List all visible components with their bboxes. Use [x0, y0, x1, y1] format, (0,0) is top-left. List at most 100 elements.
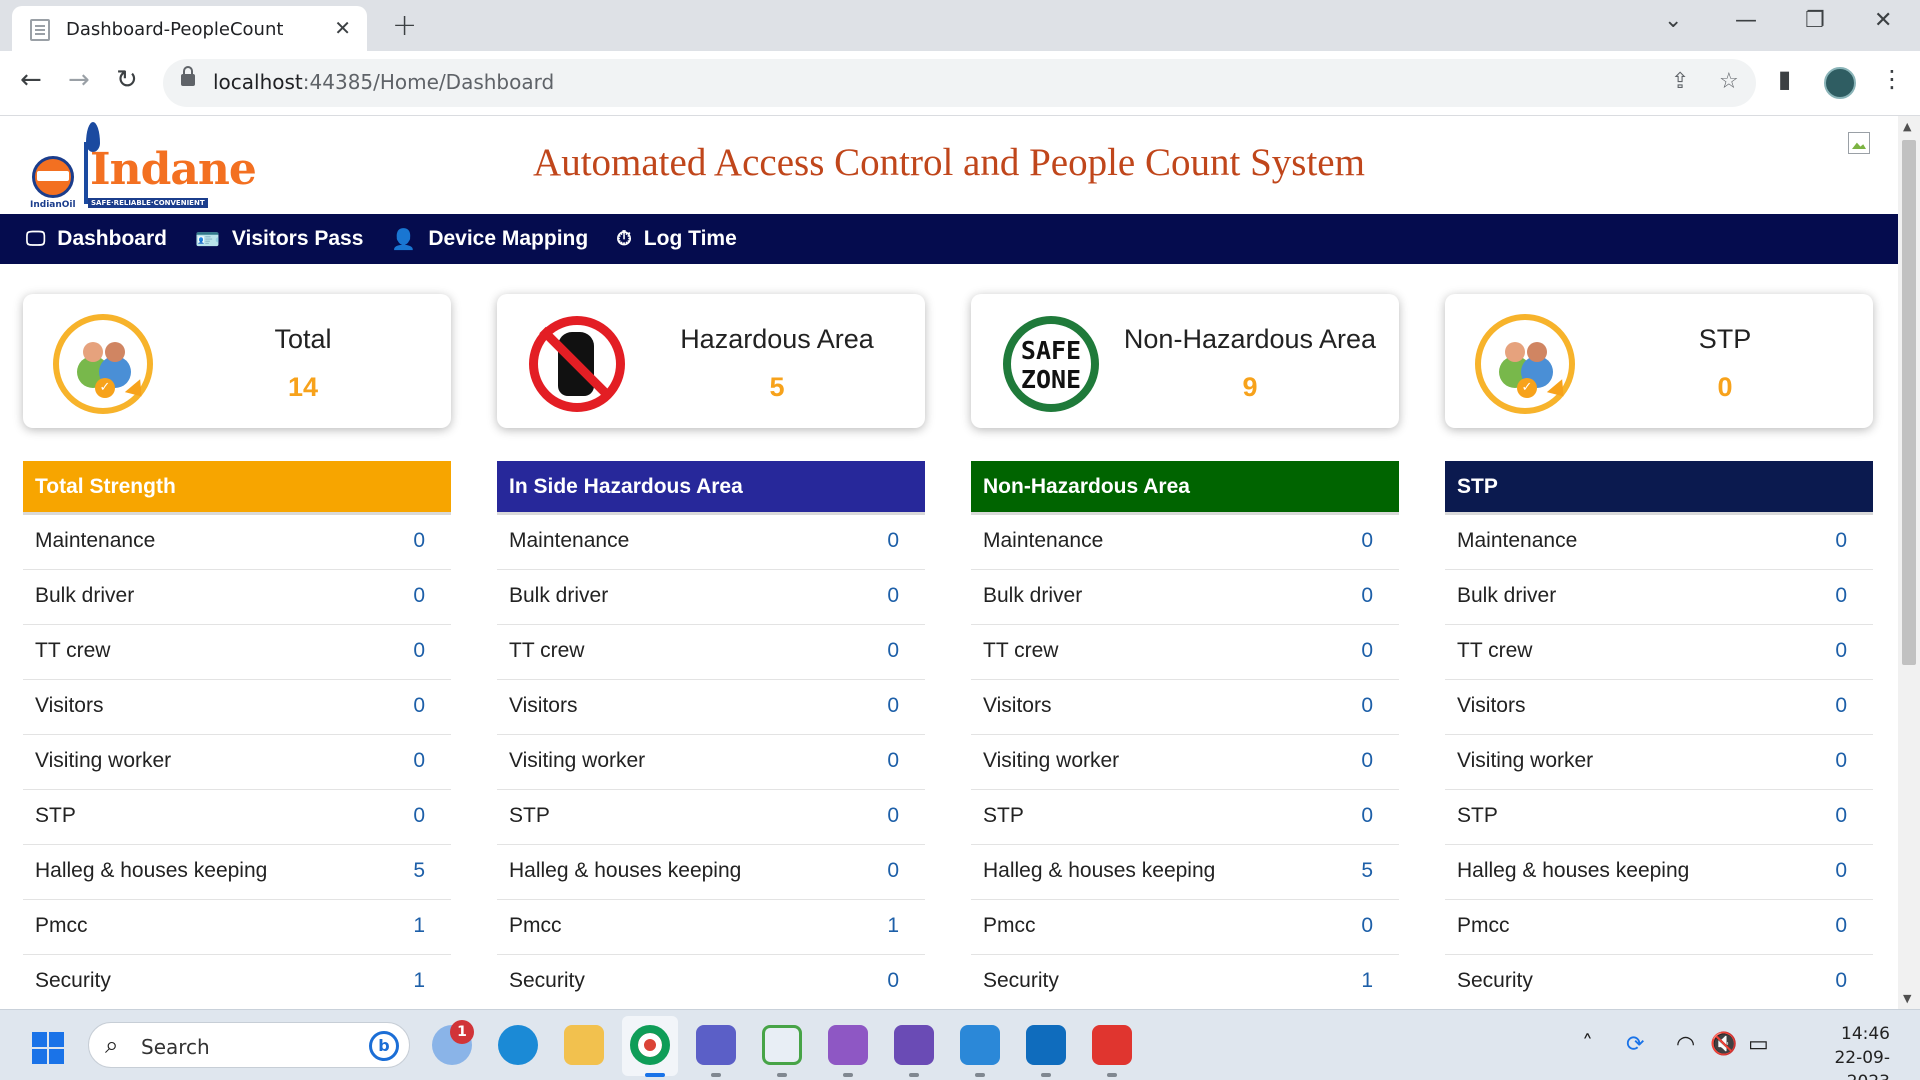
nav-visitors-pass[interactable]: 🪪 Visitors Pass — [195, 227, 363, 252]
file-explorer-icon[interactable] — [564, 1025, 604, 1065]
speaker-muted-icon[interactable]: 🔇 — [1710, 1032, 1737, 1057]
row-value[interactable]: 0 — [1835, 694, 1847, 718]
scroll-up-icon[interactable]: ▲ — [1903, 120, 1911, 133]
nav-device-mapping[interactable]: 👤 Device Mapping — [391, 227, 588, 252]
battery-icon[interactable]: ▭ — [1748, 1032, 1769, 1057]
card-label: Total — [274, 324, 332, 354]
row-value[interactable]: 0 — [413, 694, 425, 718]
row-value[interactable]: 0 — [1835, 969, 1847, 993]
reload-icon[interactable]: ↻ — [116, 65, 138, 95]
row-value[interactable]: 0 — [1361, 694, 1373, 718]
row-value[interactable]: 0 — [1361, 749, 1373, 773]
bookmark-star-icon[interactable]: ☆ — [1719, 69, 1739, 94]
restore-icon[interactable]: ❐ — [1805, 8, 1825, 33]
chrome-icon[interactable] — [630, 1025, 670, 1065]
row-value[interactable]: 1 — [413, 969, 425, 993]
close-tab-icon[interactable]: ✕ — [334, 16, 351, 40]
active-indicator — [645, 1073, 665, 1077]
row-value[interactable]: 0 — [1835, 749, 1847, 773]
new-tab-icon[interactable]: + — [392, 8, 417, 43]
row-value[interactable]: 0 — [887, 639, 899, 663]
row-value[interactable]: 0 — [1835, 804, 1847, 828]
row-value[interactable]: 0 — [1361, 584, 1373, 608]
sync-icon[interactable]: ⟳ — [1626, 1032, 1644, 1057]
menu-kebab-icon[interactable]: ⋮ — [1880, 65, 1904, 93]
tray-chevron-icon[interactable]: ˄ — [1582, 1032, 1593, 1057]
row-value[interactable]: 1 — [413, 914, 425, 938]
close-window-icon[interactable]: ✕ — [1874, 8, 1892, 33]
row-label: Bulk driver — [983, 584, 1083, 607]
nav-label: Dashboard — [57, 227, 167, 250]
row-value[interactable]: 0 — [413, 529, 425, 553]
profile-avatar[interactable] — [1824, 67, 1856, 99]
row-value[interactable]: 0 — [887, 969, 899, 993]
page-scrollbar[interactable]: ▲ ▼ — [1898, 116, 1920, 1009]
row-value[interactable]: 0 — [887, 804, 899, 828]
teams-icon[interactable] — [696, 1025, 736, 1065]
row-label: Halleg & houses keeping — [35, 859, 268, 882]
minimize-icon[interactable]: — — [1735, 8, 1757, 33]
row-value[interactable]: 0 — [413, 639, 425, 663]
row-value[interactable]: 0 — [413, 804, 425, 828]
row-value[interactable]: 0 — [887, 529, 899, 553]
row-value[interactable]: 0 — [1835, 859, 1847, 883]
lock-icon[interactable] — [181, 66, 195, 86]
row-value[interactable]: 0 — [1361, 529, 1373, 553]
table-row: Maintenance 0 — [23, 515, 451, 570]
row-value[interactable]: 1 — [887, 914, 899, 938]
row-label: STP — [983, 804, 1024, 827]
row-value[interactable]: 0 — [887, 584, 899, 608]
row-value[interactable]: 5 — [413, 859, 425, 883]
broken-image-icon — [1848, 132, 1870, 154]
panel-total-strength: Total Strength Maintenance 0 Bulk driver 0… — [23, 461, 451, 1009]
taskbar-clock[interactable]: 14:46 22-09-2023 — [1796, 1022, 1890, 1080]
windows-start-icon[interactable] — [32, 1032, 64, 1064]
side-panel-icon[interactable]: ▮ — [1778, 65, 1791, 93]
git-icon[interactable] — [1092, 1025, 1132, 1065]
address-bar[interactable]: localhost:44385/Home/Dashboard ⇪ ☆ — [163, 59, 1756, 107]
visual-studio-icon[interactable] — [828, 1025, 868, 1065]
tab-search-chevron-icon[interactable]: ⌄ — [1664, 8, 1682, 33]
row-label: Visiting worker — [509, 749, 646, 772]
row-value[interactable]: 0 — [1835, 914, 1847, 938]
row-label: Visiting worker — [35, 749, 172, 772]
row-value[interactable]: 0 — [1835, 529, 1847, 553]
taskbar-search[interactable]: ⌕ Search b — [88, 1022, 410, 1068]
browser-tab[interactable]: Dashboard-PeopleCount ✕ — [12, 6, 367, 51]
id-card-icon: 🪪 — [194, 228, 220, 251]
row-value[interactable]: 0 — [1835, 584, 1847, 608]
scroll-down-icon[interactable]: ▼ — [1903, 992, 1911, 1005]
card-total: ✓ Total 14 — [23, 294, 451, 428]
row-value[interactable]: 0 — [887, 749, 899, 773]
row-label: Bulk driver — [1457, 584, 1557, 607]
nav-log-time[interactable]: ⏱ Log Time — [616, 227, 737, 251]
row-value[interactable]: 0 — [413, 584, 425, 608]
row-value[interactable]: 0 — [1361, 804, 1373, 828]
row-value[interactable]: 5 — [1361, 859, 1373, 883]
edge-icon[interactable] — [498, 1025, 538, 1065]
notepad-icon[interactable] — [960, 1025, 1000, 1065]
row-value[interactable]: 0 — [413, 749, 425, 773]
back-icon[interactable]: ← — [20, 65, 42, 95]
row-label: Maintenance — [1457, 529, 1578, 552]
bing-icon[interactable]: b — [369, 1031, 399, 1061]
table-row: Security 1 — [23, 955, 451, 1009]
visual-studio-code-icon[interactable] — [894, 1025, 934, 1065]
outlook-icon[interactable] — [1026, 1025, 1066, 1065]
row-value[interactable]: 0 — [1835, 639, 1847, 663]
row-value[interactable]: 0 — [1361, 639, 1373, 663]
row-value[interactable]: 0 — [1361, 914, 1373, 938]
scroll-thumb[interactable] — [1902, 140, 1916, 665]
url-text[interactable]: localhost:44385/Home/Dashboard — [213, 70, 554, 94]
user-icon: 👤 — [391, 228, 417, 251]
row-value[interactable]: 1 — [1361, 969, 1373, 993]
nav-dashboard[interactable]: 🖵 Dashboard — [26, 227, 167, 251]
site-header: IndianOil Indane SAFE·RELIABLE·CONVENIEN… — [0, 116, 1898, 214]
share-icon[interactable]: ⇪ — [1671, 69, 1689, 94]
row-value[interactable]: 0 — [887, 859, 899, 883]
wifi-icon[interactable]: ◠ — [1676, 1032, 1695, 1057]
snipping-tool-icon[interactable] — [762, 1025, 802, 1065]
forward-icon[interactable]: → — [68, 65, 90, 95]
panel-inside-hazardous-area: In Side Hazardous Area Maintenance 0 Bulk… — [497, 461, 925, 1009]
row-value[interactable]: 0 — [887, 694, 899, 718]
